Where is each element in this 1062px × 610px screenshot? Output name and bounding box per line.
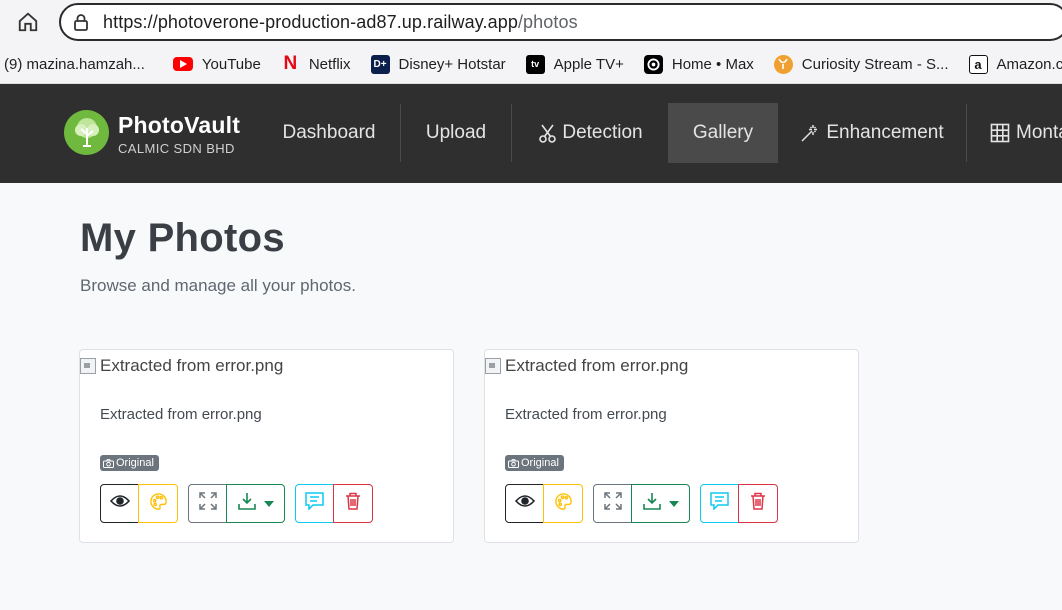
bookmark-amazon[interactable]: a Amazon.co [968, 54, 1062, 74]
chevron-down-icon [668, 500, 679, 507]
nav-gallery[interactable]: Gallery [668, 103, 778, 163]
nav-divider [400, 104, 401, 162]
browser-toolbar: https://photoverone-production-ad87.up.r… [0, 0, 1062, 84]
photo-title: Extracted from error.png [100, 406, 262, 423]
download-dropdown-button[interactable] [631, 484, 690, 523]
eye-icon [514, 494, 535, 513]
photo-card: Extracted from error.png Extracted from … [79, 349, 454, 543]
scissors-icon [539, 124, 557, 143]
grid-icon [990, 123, 1010, 143]
nav-divider [511, 104, 512, 162]
bookmark-disney-hotstar[interactable]: D+ Disney+ Hotstar [370, 54, 506, 74]
palette-icon [149, 492, 168, 516]
bookmark-curiosity-stream[interactable]: Curiosity Stream - S... [773, 54, 949, 74]
download-dropdown-button[interactable] [226, 484, 285, 523]
bookmarks-bar: (9) mazina.hamzah... YouTube N Netflix D… [0, 50, 1062, 78]
disney-hotstar-icon: D+ [370, 54, 390, 74]
bookmark-youtube[interactable]: YouTube [172, 56, 261, 73]
bookmark-apple-tv[interactable]: tv Apple TV+ [525, 54, 624, 74]
status-badge: Original [505, 455, 564, 471]
fullscreen-icon [198, 492, 217, 515]
tree-logo-icon[interactable] [64, 110, 109, 155]
broken-image-icon [485, 358, 501, 374]
view-button[interactable] [505, 484, 544, 523]
bookmark-facebook[interactable]: (9) mazina.hamzah... [4, 56, 145, 73]
nav-detection[interactable]: Detection [521, 103, 661, 163]
app-navbar: PhotoVault CALMIC SDN BHD Dashboard Uplo… [0, 84, 1062, 183]
nav-montage[interactable]: Montage [976, 103, 1062, 163]
download-icon [642, 492, 661, 515]
nav-divider [966, 104, 967, 162]
bookmark-netflix[interactable]: N Netflix [281, 53, 350, 74]
page-title: My Photos [80, 216, 285, 260]
amazon-icon: a [968, 54, 988, 74]
home-icon[interactable] [12, 7, 44, 37]
photo-image[interactable]: Extracted from error.png [80, 356, 283, 376]
trash-icon [345, 492, 361, 515]
curiosity-stream-icon [773, 54, 793, 74]
bookmark-max[interactable]: Home • Max [643, 54, 754, 74]
camera-icon [103, 458, 114, 468]
brand-subtitle: CALMIC SDN BHD [118, 141, 235, 156]
palette-icon [554, 492, 573, 516]
max-icon [643, 54, 663, 74]
camera-icon [508, 458, 519, 468]
view-button[interactable] [100, 484, 139, 523]
broken-image-icon [80, 358, 96, 374]
url-text: https://photoverone-production-ad87.up.r… [103, 11, 578, 32]
page-subtitle: Browse and manage all your photos. [80, 276, 356, 295]
brand-name[interactable]: PhotoVault [118, 112, 240, 139]
nav-dashboard[interactable]: Dashboard [266, 103, 392, 163]
eye-icon [109, 494, 130, 513]
photo-image[interactable]: Extracted from error.png [485, 356, 688, 376]
address-bar[interactable]: https://photoverone-production-ad87.up.r… [59, 3, 1062, 41]
comment-icon [305, 492, 324, 515]
palette-button[interactable] [543, 484, 583, 523]
comment-button[interactable] [700, 484, 739, 523]
site-info-icon[interactable] [72, 13, 90, 31]
delete-button[interactable] [333, 484, 373, 523]
status-badge: Original [100, 455, 159, 471]
photo-title: Extracted from error.png [505, 406, 667, 423]
photo-card: Extracted from error.png Extracted from … [484, 349, 859, 543]
chevron-down-icon [263, 500, 274, 507]
apple-tv-icon: tv [525, 54, 545, 74]
youtube-icon [172, 57, 193, 71]
fullscreen-icon [603, 492, 622, 515]
download-icon [237, 492, 256, 515]
netflix-icon: N [283, 53, 298, 74]
magic-wand-icon [800, 123, 820, 143]
comment-button[interactable] [295, 484, 334, 523]
nav-upload[interactable]: Upload [408, 103, 504, 163]
trash-icon [750, 492, 766, 515]
delete-button[interactable] [738, 484, 778, 523]
nav-enhancement[interactable]: Enhancement [788, 103, 956, 163]
expand-button[interactable] [593, 484, 632, 523]
expand-button[interactable] [188, 484, 227, 523]
comment-icon [710, 492, 729, 515]
palette-button[interactable] [138, 484, 178, 523]
